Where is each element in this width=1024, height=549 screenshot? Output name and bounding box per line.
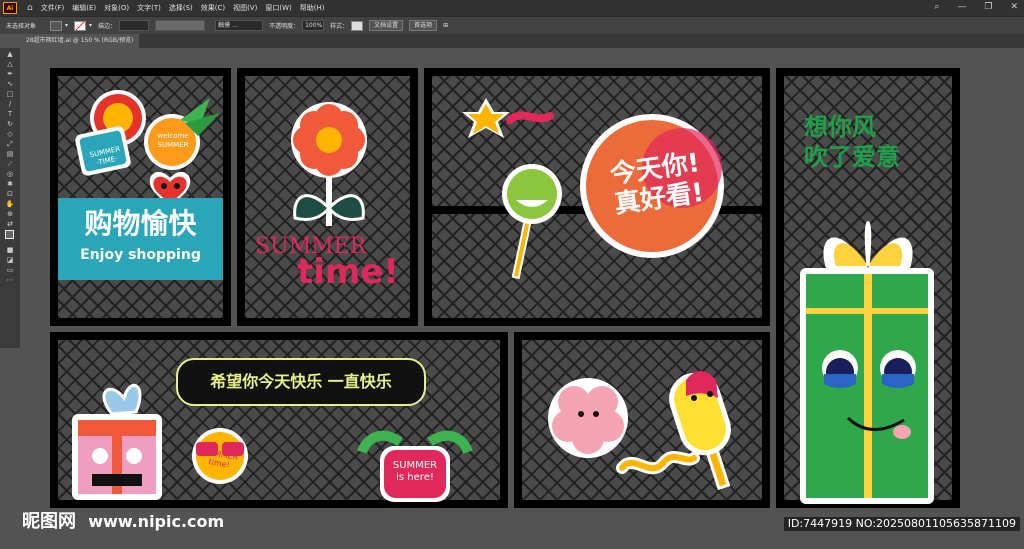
shopping-illustration [75,90,220,208]
close-icon[interactable]: ✕ [1010,2,1018,12]
watermark-url: www.nipic.com [88,512,225,531]
blend-tool-icon[interactable]: ◎ [5,170,15,178]
document-tab-bar: 28超市网红墙.ai @ 150 % (RGB/预览) [20,34,1024,48]
direct-selection-tool-icon[interactable]: △ [5,60,15,68]
chevron-down-icon[interactable]: ▾ [89,22,92,29]
control-bar: 未选择对象 ▾ ▾ 描边： 触摸 … 不透明度： 100% 样式： 文档设置 首选… [0,16,1024,34]
variable-width-field[interactable] [155,20,206,31]
type-tool-icon[interactable]: T [5,110,15,118]
stroke-swatch[interactable] [74,20,87,31]
eraser-tool-icon[interactable]: ◇ [5,130,15,138]
preferences-button[interactable]: 首选项 [409,20,438,31]
watermark: 昵图网 www.nipic.com [22,507,224,533]
watermark-brand: 昵图网 [22,511,76,532]
menu-help[interactable]: 帮助(H) [300,3,325,13]
style-swatch[interactable] [351,20,364,31]
popsicle-illustration [548,371,731,491]
menu-view[interactable]: 视图(V) [233,3,257,13]
zoom-tool-icon[interactable]: ⊕ [5,210,15,218]
hand-tool-icon[interactable]: ✋ [5,200,15,208]
chevron-down-icon[interactable]: ▾ [65,22,68,29]
panel-today: 今天你! 真好看! [424,68,770,326]
menu-bar: Ai ⌂ 文件(F) 编辑(E) 对象(O) 文字(T) 选择(S) 效果(C)… [0,0,1024,16]
menu-type[interactable]: 文字(T) [137,3,161,13]
summer-here-line1: SUMMER [392,460,438,471]
selection-status: 未选择对象 [6,23,37,30]
shopping-title-cn: 购物愉快 [84,207,197,240]
panel-gift: 想你风 吹了爱意 [776,68,960,508]
minimize-icon[interactable]: — [957,2,966,12]
document-tab[interactable]: 28超市网红墙.ai @ 150 % (RGB/预览) [20,34,140,48]
scale-tool-icon[interactable]: ⤢ [5,140,15,148]
image-id-label: ID:7447919 NO:20250801105635871109 [783,517,1020,531]
panel-flower: SUMMER time! [237,68,418,326]
summer-here-text: SUMMER is here! [386,460,444,484]
menu-window[interactable]: 窗口(W) [265,3,291,13]
summer-pink-line2: time! [297,252,399,292]
menu-file[interactable]: 文件(F) [41,3,65,13]
draw-mode-icon[interactable]: ◪ [5,256,15,264]
swap-colors-icon[interactable]: ⇄ [5,220,15,228]
color-mode-icon[interactable]: ■ [5,246,15,254]
menu-edit[interactable]: 编辑(E) [72,3,96,13]
panel-wish: 希望你今天快乐 一直快乐 SUMMER time! SUMMER is here… [50,332,508,508]
panel-shopping: SUMMER ·TIME· welcome SUMMER 购物愉快 Enjoy … [50,68,231,326]
lollipop-sticker [502,164,562,280]
screen-mode-icon[interactable]: ▭ [5,266,15,274]
star-sticker [462,98,554,138]
menu-object[interactable]: 对象(O) [104,3,129,13]
flower-sticker [291,102,367,226]
shopping-title-en: Enjoy shopping [80,247,201,263]
fill-swatch[interactable] [50,20,63,31]
maximize-icon[interactable]: ❐ [984,2,992,12]
eyedropper-tool-icon[interactable]: ⟋ [5,160,15,168]
artboard[interactable]: SUMMER ·TIME· welcome SUMMER 购物愉快 Enjoy … [50,68,960,508]
pen-tool-icon[interactable]: ✒ [5,70,15,78]
shopping-banner: 购物愉快 Enjoy shopping [58,198,223,280]
brush-tool-icon[interactable]: / [5,100,15,108]
summer-here-line2: is here! [396,472,434,483]
search-icon[interactable]: ⌕ [934,2,939,12]
popsicle-sticker [669,371,731,491]
panel-popsicle [514,332,770,508]
arrange-icon[interactable]: ⊞ [443,22,448,29]
selection-tool-icon[interactable]: ▲ [5,50,15,58]
curvature-tool-icon[interactable]: ∿ [5,80,15,88]
more-tools-icon[interactable]: ⋯ [5,276,15,284]
gift-box-sticker [800,221,934,504]
app-logo: Ai [3,2,17,14]
gradient-tool-icon[interactable]: ▤ [5,150,15,158]
menu-select[interactable]: 选择(S) [169,3,193,13]
fill-stroke-icon[interactable] [5,230,15,244]
gift-illustration [800,221,934,504]
rectangle-tool-icon[interactable]: □ [5,90,15,98]
brush-select[interactable]: 触摸 … [215,20,264,31]
opacity-label: 不透明度： [269,23,300,30]
squiggle-sticker [616,451,700,475]
stroke-weight-field[interactable] [119,20,150,31]
pink-flower-sticker [548,378,628,458]
symbol-tool-icon[interactable]: ✱ [5,180,15,188]
gift-face-sticker [72,384,162,500]
stroke-label: 描边： [98,23,117,30]
opacity-field[interactable]: 100% [302,20,325,31]
welcome-sticker-text: welcome SUMMER [157,132,189,149]
menu-effect[interactable]: 效果(C) [201,3,225,13]
document-setup-button[interactable]: 文档设置 [369,20,404,31]
artboard-tool-icon[interactable]: ⊡ [5,190,15,198]
canvas[interactable]: SUMMER ·TIME· welcome SUMMER 购物愉快 Enjoy … [20,48,1024,549]
style-label: 样式： [330,23,349,30]
tools-panel: ▲ △ ✒ ∿ □ / T ↻ ◇ ⤢ ▤ ⟋ ◎ ✱ ⊡ ✋ ⊕ ⇄ ■ ◪ … [0,48,20,348]
rotate-tool-icon[interactable]: ↻ [5,120,15,128]
home-icon[interactable]: ⌂ [27,3,33,13]
